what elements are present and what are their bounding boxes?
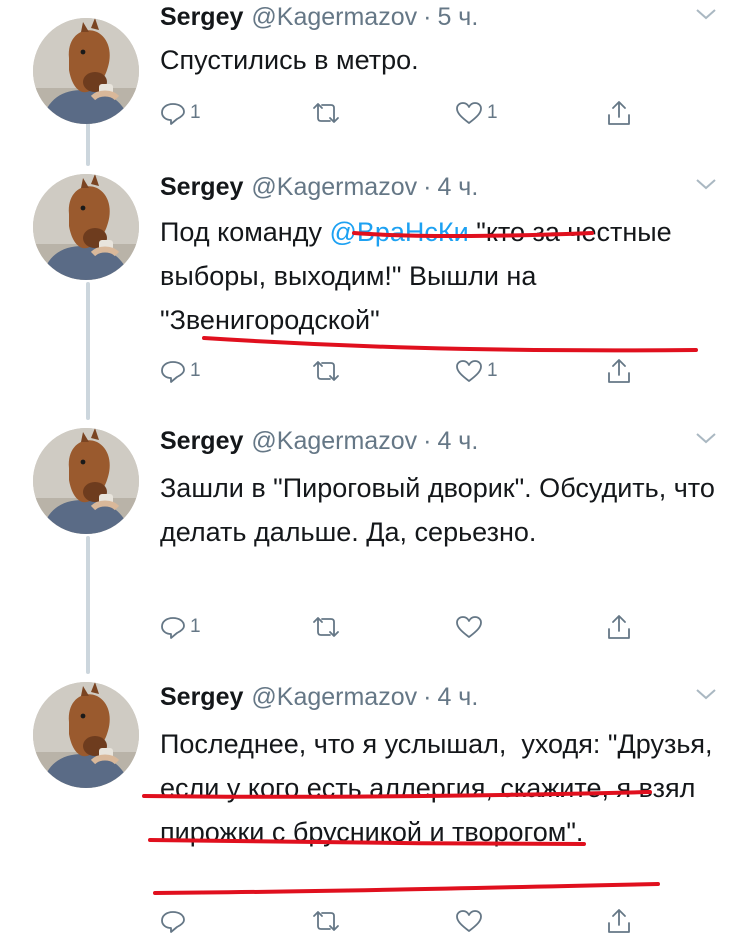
tweet-actions: [160, 906, 660, 936]
like-button[interactable]: 1: [455, 356, 498, 386]
horse-mask-avatar-image: [33, 18, 139, 124]
like-count: 1: [487, 102, 498, 123]
tweet[interactable]: Sergey @Kagermazov · 4 ч. Под команду @ВраН…: [0, 170, 750, 418]
tweet-header: Sergey @Kagermazov · 5 ч.: [160, 0, 478, 34]
tweet-header: Sergey @Kagermazov · 4 ч.: [160, 170, 478, 204]
reply-icon: [161, 911, 185, 933]
author-handle[interactable]: @Kagermazov: [251, 173, 417, 201]
like-button[interactable]: [455, 612, 487, 642]
tweet-text: Зашли в "Пироговый дворик". Обсудить, чт…: [160, 473, 723, 547]
chevron-down-icon[interactable]: [694, 6, 718, 22]
tweet-actions: 1 1: [160, 98, 660, 128]
avatar[interactable]: [33, 174, 139, 280]
retweet-button[interactable]: [310, 98, 346, 128]
tweet-text-part: Под команду: [160, 217, 330, 247]
horse-mask-avatar-image: [33, 174, 139, 280]
horse-mask-avatar-image: [33, 682, 139, 788]
like-button[interactable]: 1: [455, 98, 498, 128]
tweet-text: Последнее, что я услышал, уходя: "Друзья…: [160, 729, 721, 847]
author-name[interactable]: Sergey: [160, 3, 243, 31]
share-icon: [608, 909, 630, 933]
tweet-header: Sergey @Kagermazov · 4 ч.: [160, 424, 478, 458]
author-handle[interactable]: @Kagermazov: [251, 427, 417, 455]
mention-link[interactable]: @ВраНсКи: [329, 217, 468, 247]
share-button[interactable]: [606, 612, 632, 642]
tweet-header: Sergey @Kagermazov · 4 ч.: [160, 680, 478, 714]
retweet-icon: [313, 617, 339, 637]
tweet[interactable]: Sergey @Kagermazov · 4 ч. Последнее, что я …: [0, 680, 750, 933]
avatar[interactable]: [33, 682, 139, 788]
avatar[interactable]: [33, 428, 139, 534]
author-name[interactable]: Sergey: [160, 427, 243, 455]
reply-button[interactable]: 1: [160, 98, 201, 128]
avatar[interactable]: [33, 18, 139, 124]
reply-count: 1: [190, 616, 201, 637]
tweet-text: Спустились в метро.: [160, 45, 419, 75]
tweet-actions: 1: [160, 612, 660, 642]
reply-count: 1: [190, 360, 201, 381]
retweet-button[interactable]: [310, 612, 346, 642]
separator-dot: ·: [423, 683, 432, 711]
heart-icon: [456, 102, 482, 124]
reply-icon: [161, 361, 185, 383]
timestamp[interactable]: 4 ч.: [437, 683, 478, 711]
separator-dot: ·: [423, 3, 432, 31]
timestamp[interactable]: 4 ч.: [437, 427, 478, 455]
chevron-down-icon[interactable]: [694, 430, 718, 446]
heart-icon: [456, 616, 482, 638]
tweet[interactable]: Sergey @Kagermazov · 5 ч. Спустились в метр…: [0, 0, 750, 150]
author-handle[interactable]: @Kagermazov: [251, 3, 417, 31]
separator-dot: ·: [423, 427, 432, 455]
retweet-button[interactable]: [310, 906, 346, 936]
timestamp[interactable]: 4 ч.: [437, 173, 478, 201]
share-icon: [608, 359, 630, 383]
like-count: 1: [487, 360, 498, 381]
heart-icon: [456, 360, 482, 382]
tweet-actions: 1 1: [160, 356, 660, 386]
heart-icon: [456, 910, 482, 932]
retweet-icon: [313, 911, 339, 931]
author-name[interactable]: Sergey: [160, 683, 243, 711]
author-name[interactable]: Sergey: [160, 173, 243, 201]
reply-icon: [161, 103, 185, 125]
share-icon: [608, 101, 630, 125]
reply-button[interactable]: 1: [160, 356, 201, 386]
retweet-icon: [313, 361, 339, 381]
chevron-down-icon[interactable]: [694, 686, 718, 702]
horse-mask-avatar-image: [33, 428, 139, 534]
reply-button[interactable]: [160, 906, 190, 936]
share-button[interactable]: [606, 356, 632, 386]
author-handle[interactable]: @Kagermazov: [251, 683, 417, 711]
tweet[interactable]: Sergey @Kagermazov · 4 ч. Зашли в "Пироговы…: [0, 424, 750, 672]
share-icon: [608, 615, 630, 639]
timestamp[interactable]: 5 ч.: [437, 3, 478, 31]
like-button[interactable]: [455, 906, 487, 936]
share-button[interactable]: [606, 98, 632, 128]
share-button[interactable]: [606, 906, 632, 936]
reply-count: 1: [190, 102, 201, 123]
reply-button[interactable]: 1: [160, 612, 201, 642]
reply-icon: [161, 617, 185, 639]
tweet-text: Под команду @ВраНсКи "кто за честные выб…: [160, 210, 720, 342]
retweet-button[interactable]: [310, 356, 346, 386]
retweet-icon: [313, 103, 339, 123]
chevron-down-icon[interactable]: [694, 176, 718, 192]
separator-dot: ·: [423, 173, 432, 201]
